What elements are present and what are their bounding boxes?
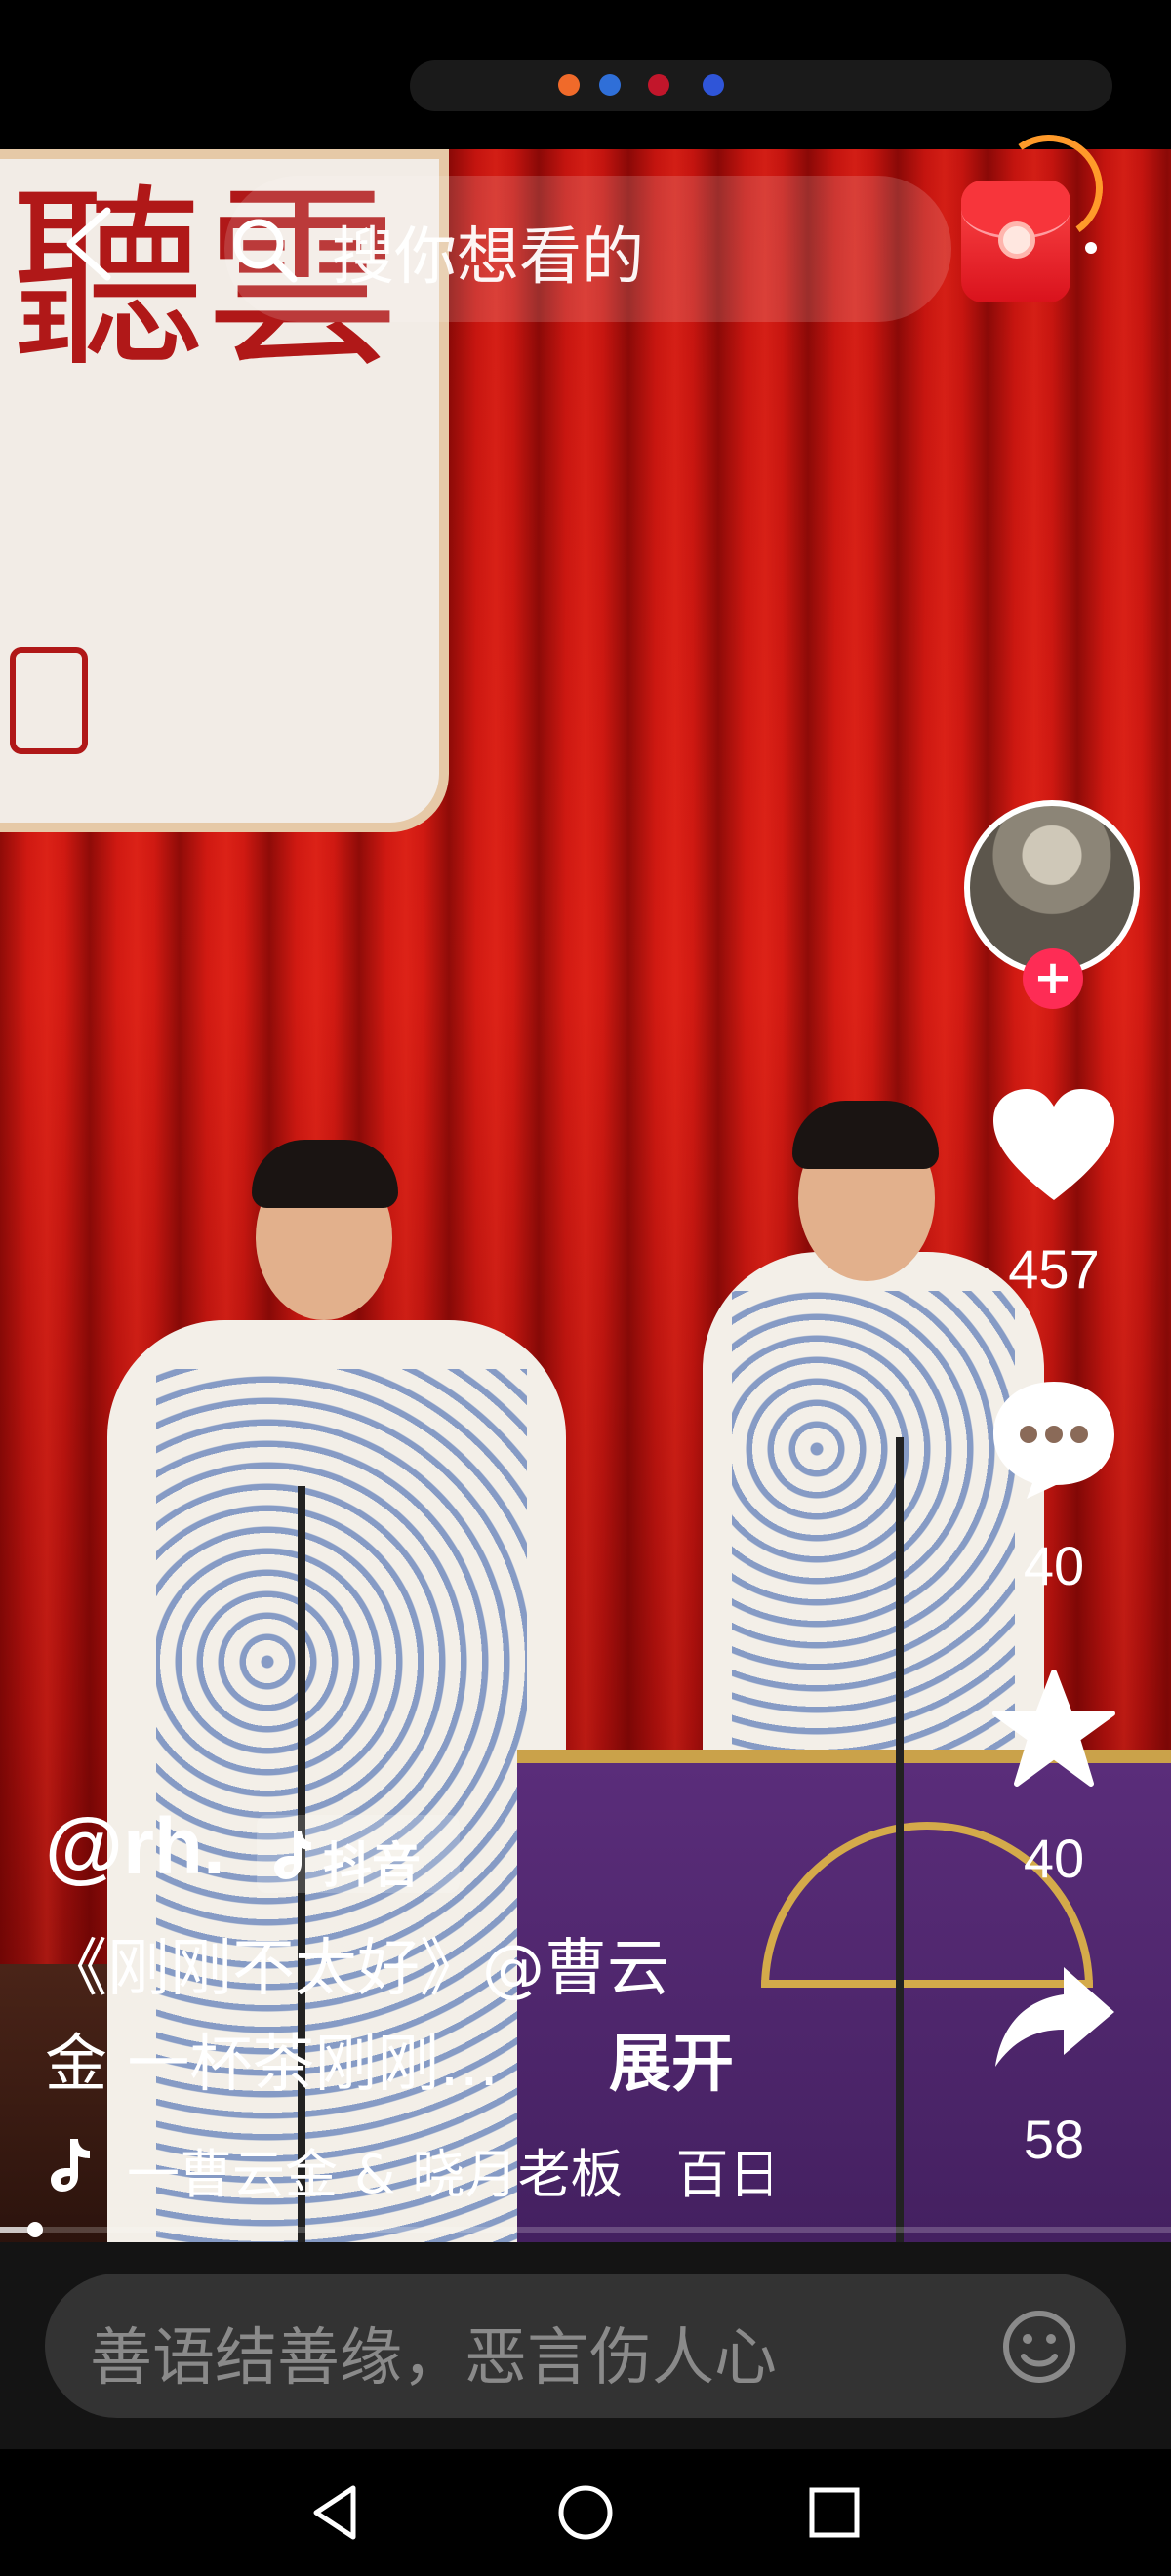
search-icon[interactable]: [229, 215, 300, 285]
tiktok-note-icon: [274, 1831, 311, 1879]
music-note-icon: [51, 2139, 90, 2192]
search-placeholder[interactable]: 搜你想看的: [332, 207, 644, 297]
brand-tag: 抖音: [257, 1815, 460, 1894]
heart-icon[interactable]: [986, 1083, 1122, 1210]
share-count: 58: [1023, 2109, 1085, 2170]
star-icon[interactable]: [986, 1667, 1122, 1793]
status-dot-blue-2: [703, 74, 724, 96]
nav-back-icon[interactable]: [303, 2478, 371, 2547]
comment-count: 40: [1023, 1535, 1085, 1596]
banner-badge: [10, 647, 88, 754]
status-dot-blue: [599, 74, 621, 96]
status-dot-orange: [558, 74, 580, 96]
status-notification-pill: [410, 60, 1112, 111]
red-packet-icon[interactable]: [961, 181, 1070, 302]
follow-button[interactable]: +: [1023, 948, 1083, 1009]
like-count: 457: [1008, 1238, 1100, 1300]
comment-icon[interactable]: [986, 1374, 1122, 1501]
status-bar: [0, 0, 1171, 149]
performer-right-hair: [792, 1101, 939, 1169]
comment-placeholder[interactable]: 善语结善缘，恶言伤人心: [90, 2308, 777, 2397]
caption-line-2[interactable]: 金 一杯茶刚刚...: [45, 2014, 499, 2104]
expand-button[interactable]: 展开: [609, 2014, 734, 2104]
favorite-count: 40: [1023, 1828, 1085, 1889]
progress-knob[interactable]: [27, 2222, 43, 2237]
status-dot-red: [648, 74, 669, 96]
music-title[interactable]: 一曹云金 & 晓月老板 百日: [127, 2131, 771, 2208]
caption-line-1[interactable]: 《刚刚不太好》@曹云: [45, 1918, 669, 2008]
author-handle[interactable]: @rh.: [45, 1801, 225, 1893]
nav-recents-icon[interactable]: [800, 2478, 868, 2547]
back-arrow-icon[interactable]: [61, 205, 119, 283]
plus-icon: +: [1032, 950, 1073, 1005]
more-dot-icon: [1085, 242, 1097, 254]
emoji-icon[interactable]: [1000, 2308, 1078, 2386]
brand-label: 抖音: [323, 1837, 421, 1894]
red-packet-coin: [998, 221, 1035, 259]
nav-home-icon[interactable]: [551, 2478, 620, 2547]
performer-left-hair: [252, 1140, 398, 1208]
mic-stand-right: [896, 1437, 904, 2242]
video-progress-bar[interactable]: [0, 2222, 1171, 2237]
share-icon[interactable]: [986, 1957, 1122, 2084]
